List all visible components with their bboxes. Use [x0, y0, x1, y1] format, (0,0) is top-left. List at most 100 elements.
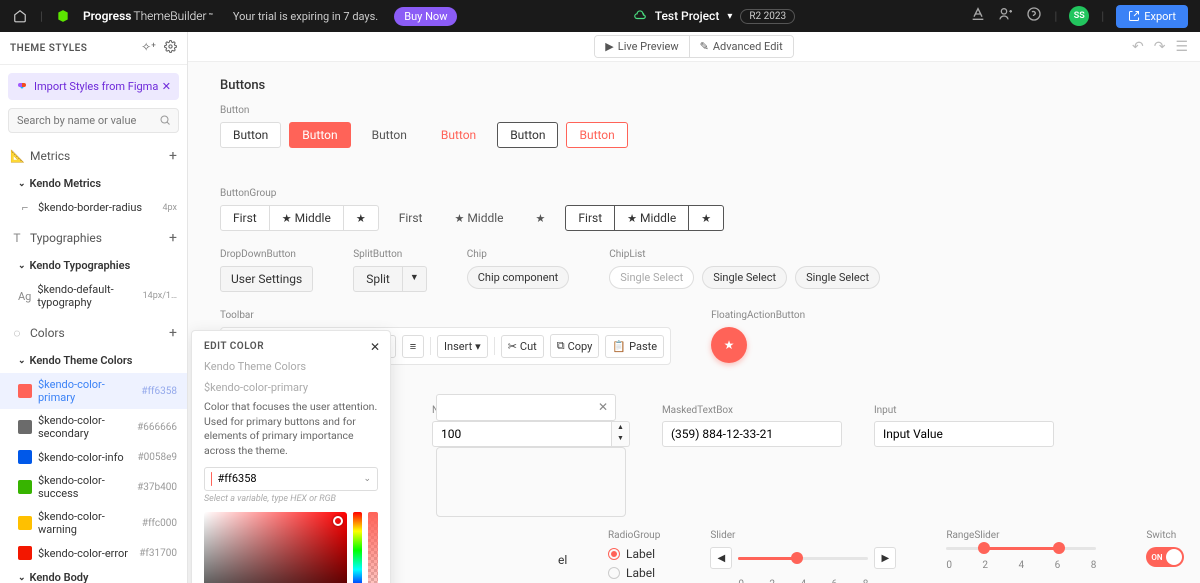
pencil-icon: ✎	[700, 40, 709, 53]
item-border-radius[interactable]: ⌐ $kendo-border-radius 4px	[0, 196, 187, 219]
section-metrics[interactable]: 📐Metrics +	[0, 141, 187, 171]
preview-toolbar: ▶Live Preview ✎Advanced Edit ↶ ↷ ☰	[188, 32, 1200, 62]
subsection-kendo-theme-colors[interactable]: ⌄Kendo Theme Colors	[0, 348, 187, 373]
progress-logo-icon	[55, 8, 71, 24]
subsection-kendo-metrics[interactable]: ⌄Kendo Metrics	[0, 171, 187, 196]
figma-icon	[16, 81, 28, 93]
chip[interactable]: Chip component	[467, 266, 570, 289]
color-item[interactable]: $kendo-color-warning#ffc000	[0, 505, 187, 541]
subsection-kendo-typographies[interactable]: ⌄Kendo Typographies	[0, 253, 187, 278]
star-icon: ★	[724, 338, 735, 352]
color-swatch	[18, 384, 32, 398]
figma-import-label: Import Styles from Figma	[34, 80, 158, 93]
button-group-outline[interactable]: First ★ Middle ★	[565, 205, 724, 231]
textarea[interactable]	[436, 447, 626, 517]
magic-wand-icon[interactable]: ✧⁺	[141, 40, 156, 56]
section-typographies[interactable]: TTypographies +	[0, 223, 187, 253]
slider[interactable]: ◀ ▶	[710, 547, 896, 569]
button-flat[interactable]: Button	[359, 122, 420, 148]
search-input[interactable]	[8, 108, 179, 133]
radio-option[interactable]: Label	[608, 566, 660, 580]
edit-color-popup: EDIT COLOR ✕ Kendo Theme Colors $kendo-c…	[191, 330, 391, 583]
button-group-solid[interactable]: First ★ Middle ★	[220, 205, 379, 231]
color-item[interactable]: $kendo-color-primary#ff6358	[0, 373, 187, 409]
range-slider[interactable]	[946, 547, 1096, 550]
color-item[interactable]: $kendo-color-secondary#666666	[0, 409, 187, 445]
chevron-down-icon[interactable]: ⌄	[363, 474, 371, 484]
fab[interactable]: ★	[711, 327, 747, 363]
color-swatch	[18, 480, 32, 494]
slider-increase[interactable]: ▶	[874, 547, 896, 569]
close-icon[interactable]: ✕	[370, 340, 380, 354]
hue-slider[interactable]	[353, 512, 363, 583]
paste-button[interactable]: 📋 Paste	[605, 335, 664, 358]
live-preview-button[interactable]: ▶Live Preview	[595, 36, 689, 57]
close-icon[interactable]: ✕	[162, 80, 171, 93]
content: ▶Live Preview ✎Advanced Edit ↶ ↷ ☰ Butto…	[188, 32, 1200, 583]
insert-button[interactable]: Insert ▾	[437, 335, 488, 358]
theme-icon[interactable]	[970, 6, 986, 26]
plus-icon[interactable]: +	[169, 325, 177, 341]
color-item[interactable]: $kendo-color-error#f31700	[0, 541, 187, 565]
dropdown-button[interactable]: User Settings	[220, 266, 313, 292]
copy-button[interactable]: ⧉ Copy	[550, 334, 600, 358]
search-input-wrap	[8, 108, 179, 133]
chip-item[interactable]: Single Select	[702, 266, 787, 289]
color-item[interactable]: $kendo-color-info#0058e9	[0, 445, 187, 469]
button-group-flat[interactable]: First ★ Middle ★	[387, 206, 558, 230]
button-outline[interactable]: Button	[497, 122, 558, 148]
topbar: | Progress ThemeBuilder ™ Your trial is …	[0, 0, 1200, 32]
radio-option[interactable]: Label	[608, 547, 660, 561]
spin-up-icon[interactable]: ▲	[612, 422, 629, 433]
release-badge[interactable]: R2 2023	[740, 9, 795, 24]
color-swatch	[18, 516, 32, 530]
avatar[interactable]: SS	[1069, 6, 1089, 26]
section-colors[interactable]: ◌Colors +	[0, 318, 187, 348]
help-icon[interactable]	[1026, 6, 1042, 26]
slider-decrease[interactable]: ◀	[710, 547, 732, 569]
masked-textbox[interactable]	[662, 421, 842, 447]
chip-item[interactable]: Single Select	[795, 266, 880, 289]
switch[interactable]: ON	[1146, 547, 1184, 567]
color-swatch	[18, 420, 32, 434]
button-flat-primary[interactable]: Button	[428, 122, 489, 148]
spin-down-icon[interactable]: ▼	[612, 433, 629, 444]
align-justify-button[interactable]: ≡	[402, 335, 424, 358]
undo-icon[interactable]: ↶	[1132, 39, 1144, 55]
text-icon: T	[10, 231, 24, 245]
export-button[interactable]: Export	[1116, 5, 1188, 28]
chevron-down-icon[interactable]: ▾	[727, 11, 732, 22]
home-icon[interactable]	[12, 8, 28, 24]
buy-now-button[interactable]: Buy Now	[394, 7, 457, 26]
search-icon[interactable]	[159, 114, 171, 129]
color-item[interactable]: $kendo-color-success#37b400	[0, 469, 187, 505]
subsection-kendo-body[interactable]: ⌄Kendo Body	[0, 565, 187, 583]
item-default-typography[interactable]: Ag $kendo-default-typography 14px/1…	[0, 278, 187, 314]
alpha-slider[interactable]	[368, 512, 378, 583]
brand: Progress ThemeBuilder ™	[83, 9, 213, 23]
advanced-edit-button[interactable]: ✎Advanced Edit	[690, 36, 793, 57]
color-input[interactable]: ⌄	[204, 467, 378, 491]
trial-text: Your trial is expiring in 7 days.	[233, 10, 378, 23]
text-input[interactable]	[874, 421, 1054, 447]
split-button[interactable]: Split▼	[353, 266, 427, 292]
button-primary[interactable]: Button	[289, 122, 350, 148]
plus-icon[interactable]: +	[169, 148, 177, 164]
button-default[interactable]: Button	[220, 122, 281, 148]
chip-item[interactable]: Single Select	[609, 266, 694, 289]
popup-category: Kendo Theme Colors	[204, 360, 378, 373]
plus-icon[interactable]: +	[169, 230, 177, 246]
project-name[interactable]: Test Project	[655, 9, 720, 23]
gear-icon[interactable]	[164, 40, 177, 56]
saturation-picker[interactable]	[204, 512, 347, 583]
list-icon[interactable]: ☰	[1175, 39, 1188, 55]
add-user-icon[interactable]	[998, 6, 1014, 26]
redo-icon[interactable]: ↷	[1154, 39, 1166, 55]
clear-icon[interactable]: ✕	[598, 400, 608, 414]
figma-import-banner[interactable]: Import Styles from Figma ✕	[8, 73, 179, 100]
numeric-textbox[interactable]: ▲▼	[432, 421, 630, 447]
checkbox-label: el	[558, 553, 567, 567]
cut-button[interactable]: ✂ Cut	[501, 335, 544, 358]
button-outline-primary[interactable]: Button	[566, 122, 627, 148]
popup-hint: Select a variable, type HEX or RGB	[204, 494, 378, 504]
